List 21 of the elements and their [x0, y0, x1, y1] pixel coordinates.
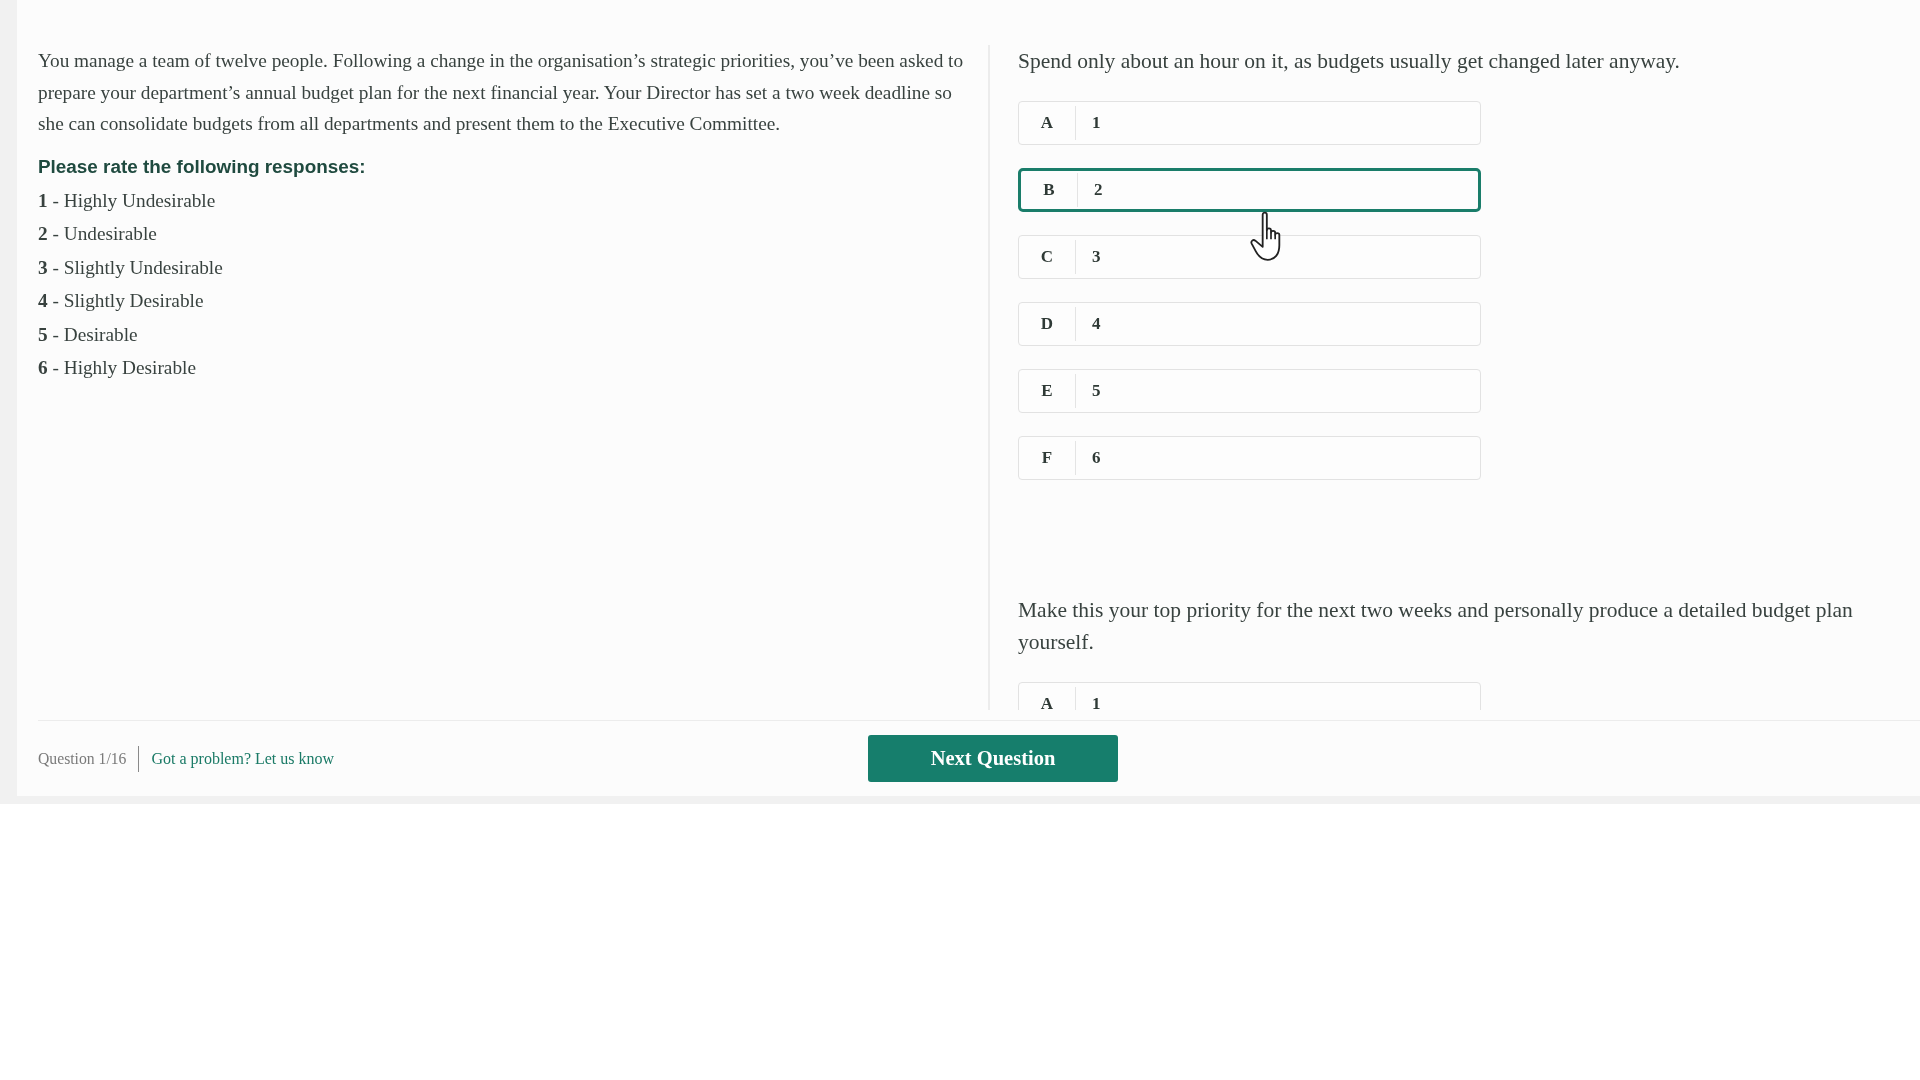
- rating-option[interactable]: A 1: [1018, 682, 1481, 710]
- hand-cursor-icon: [1250, 211, 1282, 261]
- report-problem-link[interactable]: Got a problem? Let us know: [151, 749, 335, 768]
- question-number: Question 1/16: [38, 749, 127, 768]
- rating-option[interactable]: C 3: [1018, 235, 1481, 279]
- response-text: Make this your top priority for the next two weeks and personally produce a detailed budget plan yourself.: [1018, 597, 1854, 656]
- rating-option[interactable]: D 4: [1018, 302, 1481, 346]
- rating-scale-item: 6 - Highly Desirable: [38, 356, 197, 380]
- rating-scale-item: 5 - Desirable: [38, 322, 139, 347]
- next-question-button[interactable]: Next Question: [868, 735, 1118, 782]
- rating-scale-item: 1 - Highly Undesirable: [38, 188, 217, 213]
- rating-option[interactable]: F 6: [1018, 436, 1481, 480]
- rating-scale-item: 2 - Undesirable: [38, 222, 158, 246]
- scenario-text: You manage a team of twelve people. Following a change in the organisation’s strategic priorities, you’ve been asked to prepare your department’s annual budget plan for the next financial year. Your Director has set a two week deadline so she can consolidate budgets from all departments and present them to the Executive Committee.: [38, 49, 965, 136]
- rating-scale-heading: Please rate the following responses:: [38, 154, 367, 179]
- rating-option[interactable]: E 5: [1018, 369, 1481, 413]
- rating-option[interactable]: A 1: [1018, 101, 1481, 145]
- rating-option[interactable]: B 2: [1018, 168, 1481, 212]
- rating-scale-item: 4 - Slightly Desirable: [38, 289, 205, 313]
- rating-scale-item: 3 - Slightly Undesirable: [38, 255, 224, 280]
- response-text: Spend only about an hour on it, as budgets usually get changed later anyway.: [1018, 48, 1681, 75]
